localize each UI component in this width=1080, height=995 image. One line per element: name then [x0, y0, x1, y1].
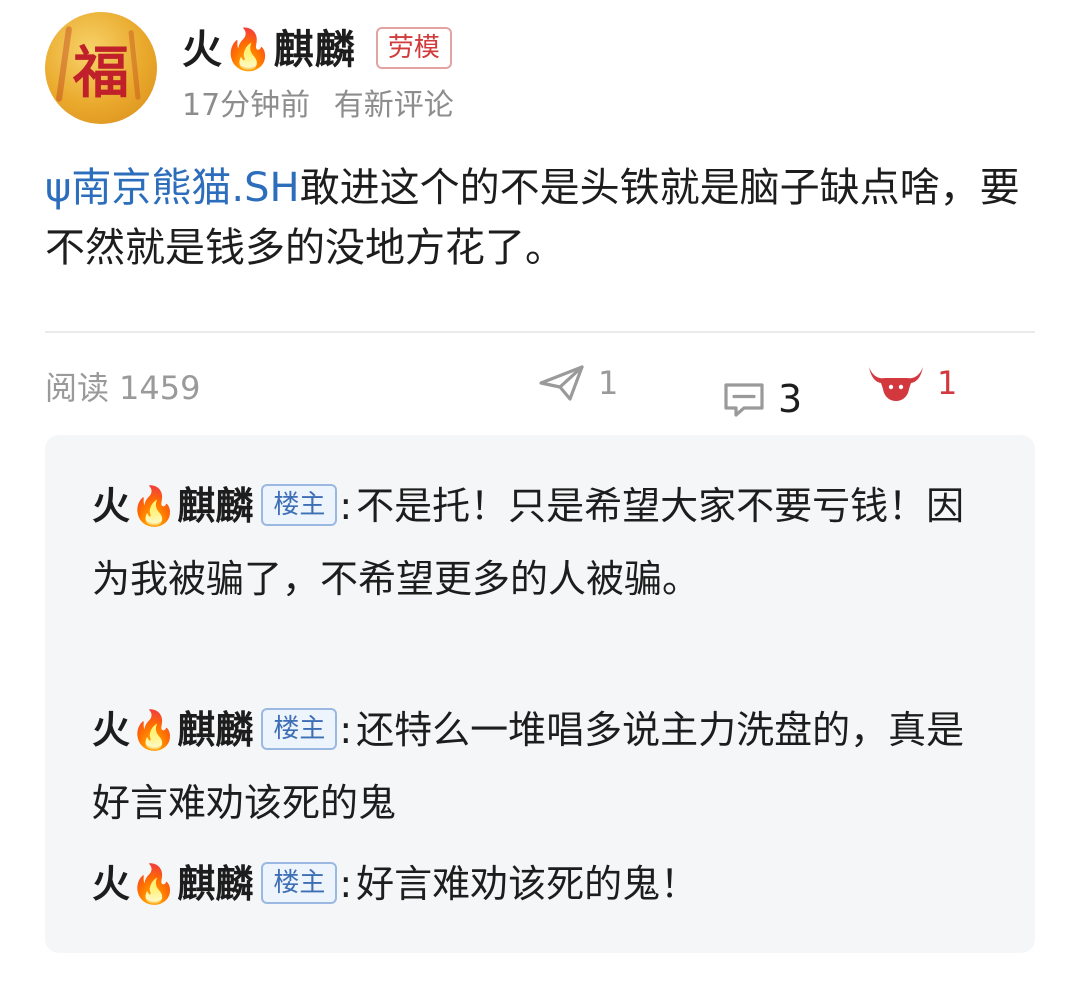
- op-badge: 楼主: [261, 862, 338, 904]
- comment-separator: :: [339, 484, 353, 528]
- read-stat: 阅读 1459: [45, 363, 200, 409]
- comment-author[interactable]: 火🔥麒麟: [92, 708, 253, 752]
- stock-mention-link[interactable]: ψ南京熊猫.SH: [45, 165, 300, 211]
- op-badge: 楼主: [261, 484, 338, 526]
- comment-text: 好言难劝该死的鬼！: [356, 862, 699, 906]
- author-name[interactable]: 火🔥麒麟: [182, 17, 356, 75]
- comment-item[interactable]: 火🔥麒麟 楼主: 好言难劝该死的鬼！: [92, 848, 992, 921]
- comment-separator: :: [339, 862, 353, 906]
- comment-list: 火🔥麒麟 楼主: 不是托！只是希望大家不要亏钱！因为我被骗了，不希望更多的人被骗。 …: [45, 435, 1035, 953]
- comment-icon: [722, 380, 766, 420]
- read-label: 阅读: [45, 369, 110, 407]
- stock-prefix-icon: ψ: [45, 165, 72, 211]
- comment-item[interactable]: 火🔥麒麟 楼主: 不是托！只是希望大家不要亏钱！因为我被骗了，不希望更多的人被骗。: [92, 470, 992, 616]
- comment-count: 3: [778, 377, 803, 421]
- avatar[interactable]: 福: [45, 12, 157, 124]
- comment-author[interactable]: 火🔥麒麟: [92, 862, 253, 906]
- avatar-glyph: 福: [73, 39, 129, 106]
- op-badge: 楼主: [261, 708, 338, 750]
- honor-badge: 劳模: [375, 27, 452, 69]
- like-count: 1: [937, 364, 958, 402]
- share-icon: [538, 363, 586, 403]
- divider: [45, 331, 1035, 333]
- post-stats: 阅读 1459 1 3 1: [45, 355, 1035, 421]
- share-count: 1: [598, 364, 619, 402]
- read-count: 1459: [119, 369, 201, 407]
- new-comment-notice: 有新评论: [333, 88, 454, 123]
- stock-mention-label: 南京熊猫.SH: [71, 165, 300, 211]
- author-header: 火🔥麒麟 劳模: [182, 16, 452, 76]
- post-time: 17分钟前: [182, 88, 311, 123]
- share-button[interactable]: 1: [538, 363, 618, 403]
- comment-author[interactable]: 火🔥麒麟: [92, 484, 253, 528]
- like-button[interactable]: 1: [867, 363, 957, 403]
- comment-item[interactable]: 火🔥麒麟 楼主: 还特么一堆唱多说主力洗盘的，真是好言难劝该死的鬼: [92, 694, 992, 840]
- bull-icon: [867, 363, 925, 403]
- comment-separator: :: [339, 708, 353, 752]
- post-meta: 17分钟前 有新评论: [182, 80, 454, 124]
- post-body: ψ南京熊猫.SH敢进这个的不是头铁就是脑子缺点啥，要不然就是钱多的没地方花了。: [45, 158, 1040, 278]
